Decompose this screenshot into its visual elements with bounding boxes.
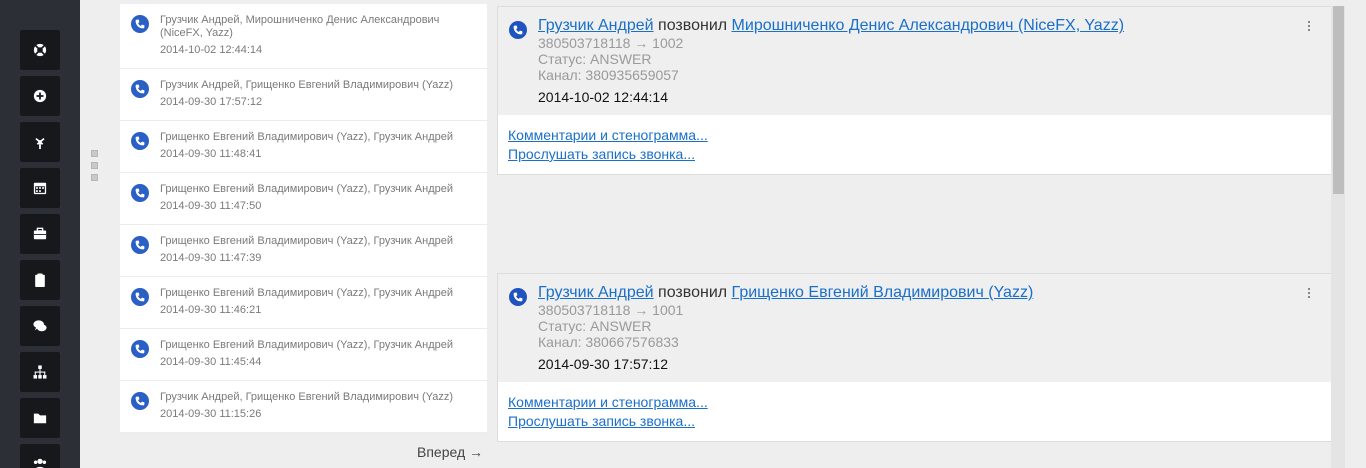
phone-icon	[509, 288, 527, 306]
call-detail-header: Грузчик Андрей позвонил Мирошниченко Ден…	[498, 7, 1332, 115]
call-time: 2014-09-30 17:57:12	[160, 96, 263, 108]
clipboard-icon	[35, 273, 45, 287]
files-button[interactable]	[20, 398, 60, 438]
phone-icon	[131, 184, 149, 202]
more-options-icon[interactable]	[1308, 288, 1312, 300]
call-status: Статус: ANSWER	[538, 318, 652, 334]
call-participants: Грищенко Евгений Владимирович (Yazz), Гр…	[160, 131, 454, 143]
call-participants: Грищенко Евгений Владимирович (Yazz), Гр…	[160, 287, 454, 299]
sitemap-icon	[33, 365, 47, 379]
add-button[interactable]	[20, 76, 60, 116]
structure-button[interactable]	[20, 352, 60, 392]
call-participants: Грузчик Андрей, Грищенко Евгений Владими…	[160, 391, 454, 403]
call-time: 2014-09-30 11:48:41	[160, 148, 262, 160]
list-item[interactable]: Грищенко Евгений Владимирович (Yazz), Гр…	[120, 121, 487, 173]
chat-icon	[33, 320, 47, 332]
callee-link[interactable]: Грищенко Евгений Владимирович (Yazz)	[732, 284, 1034, 301]
phone-icon	[509, 21, 527, 39]
call-channel: Канал: 380667576833	[538, 334, 679, 350]
deals-button[interactable]	[20, 214, 60, 254]
scrollbar-thumb[interactable]	[1333, 6, 1344, 194]
call-status: Статус: ANSWER	[538, 51, 652, 67]
lifebuoy-icon	[33, 43, 47, 57]
phone-icon	[131, 392, 149, 410]
call-time: 2014-09-30 11:15:26	[160, 408, 262, 420]
list-item[interactable]: Грищенко Евгений Владимирович (Yazz), Гр…	[120, 225, 487, 277]
call-time: 2014-09-30 11:47:39	[160, 252, 262, 264]
listen-recording-link[interactable]: Прослушать запись звонка...	[508, 145, 1322, 164]
call-time: 2014-09-30 11:47:50	[160, 200, 262, 212]
phone-icon	[131, 340, 149, 358]
folder-icon	[33, 413, 47, 424]
comments-link[interactable]: Комментарии и стенограмма...	[508, 393, 1322, 412]
comments-link[interactable]: Комментарии и стенограмма...	[508, 126, 1322, 145]
call-time: 2014-09-30 17:57:12	[538, 356, 668, 372]
users-button[interactable]	[20, 444, 60, 468]
call-time: 2014-10-02 12:44:14	[538, 89, 668, 105]
phone-icon	[131, 236, 149, 254]
caller-link[interactable]: Грузчик Андрей	[538, 17, 654, 34]
routing-button[interactable]	[20, 122, 60, 162]
call-time: 2014-09-30 11:46:21	[160, 304, 262, 316]
users-icon	[33, 458, 47, 468]
call-verb: позвонил	[658, 17, 728, 34]
call-participants: Грищенко Евгений Владимирович (Yazz), Гр…	[160, 339, 454, 351]
call-numbers: 380503718118 → 1002	[538, 35, 684, 51]
left-sidebar	[0, 0, 80, 468]
more-options-icon[interactable]	[1308, 21, 1312, 33]
phone-icon	[131, 132, 149, 150]
call-detail-header: Грузчик Андрей позвонил Грищенко Евгений…	[498, 274, 1332, 382]
call-participants: Грищенко Евгений Владимирович (Yazz), Гр…	[160, 235, 454, 247]
calendar-button[interactable]	[20, 168, 60, 208]
callee-link[interactable]: Мирошниченко Денис Александрович (NiceFX…	[732, 17, 1124, 34]
list-item[interactable]: Грищенко Евгений Владимирович (Yazz), Гр…	[120, 329, 487, 381]
call-numbers: 380503718118 → 1001	[538, 302, 684, 318]
list-item[interactable]: Грузчик Андрей, Мирошниченко Денис Алекс…	[120, 4, 487, 69]
call-participants: Грищенко Евгений Владимирович (Yazz), Гр…	[160, 183, 454, 195]
list-item[interactable]: Грищенко Евгений Владимирович (Yazz), Гр…	[120, 173, 487, 225]
call-detail-card: Грузчик Андрей позвонил Грищенко Евгений…	[497, 273, 1333, 442]
tasks-button[interactable]	[20, 260, 60, 300]
phone-icon	[131, 288, 149, 306]
chat-button[interactable]	[20, 306, 60, 346]
phone-icon	[131, 80, 149, 98]
call-list: Грузчик Андрей, Мирошниченко Денис Алекс…	[120, 4, 487, 433]
calendar-icon	[33, 182, 47, 195]
call-channel: Канал: 380935659057	[538, 67, 679, 83]
fork-icon	[35, 137, 45, 149]
call-participants: Грузчик Андрей, Мирошниченко Денис Алекс…	[160, 14, 440, 39]
call-time: 2014-10-02 12:44:14	[160, 44, 263, 56]
call-participants: Грузчик Андрей, Грищенко Евгений Владими…	[160, 79, 454, 91]
list-item[interactable]: Грузчик Андрей, Грищенко Евгений Владими…	[120, 381, 487, 433]
panel-resize-handle[interactable]	[91, 150, 99, 184]
call-detail-card: Грузчик Андрей позвонил Мирошниченко Ден…	[497, 6, 1333, 175]
help-button[interactable]	[20, 30, 60, 70]
listen-recording-link[interactable]: Прослушать запись звонка...	[508, 412, 1322, 431]
caller-link[interactable]: Грузчик Андрей	[538, 284, 654, 301]
call-verb: позвонил	[658, 284, 728, 301]
next-page-link[interactable]: Вперед →	[417, 444, 483, 460]
phone-icon	[131, 15, 149, 33]
list-item[interactable]: Грузчик Андрей, Грищенко Евгений Владими…	[120, 69, 487, 121]
briefcase-icon	[33, 227, 47, 240]
list-item[interactable]: Грищенко Евгений Владимирович (Yazz), Гр…	[120, 277, 487, 329]
call-time: 2014-09-30 11:45:44	[160, 356, 262, 368]
add-circle-icon	[33, 89, 47, 103]
